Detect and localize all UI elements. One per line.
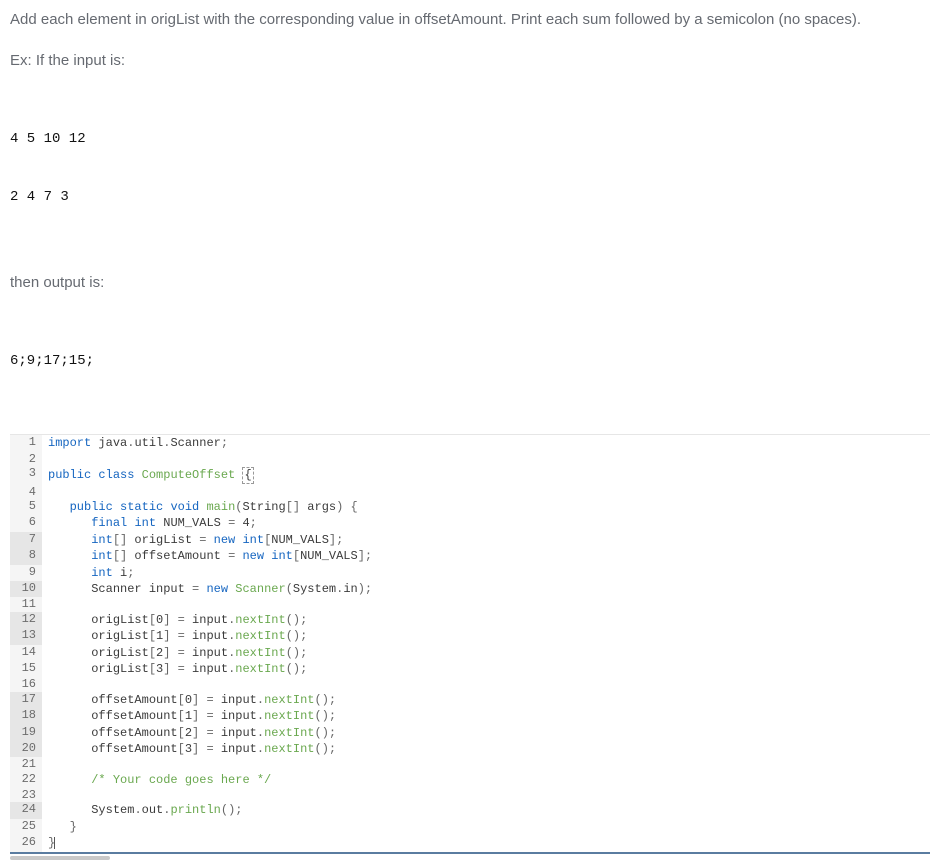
code-line[interactable]: 8 int[] offsetAmount = new int[NUM_VALS]… xyxy=(10,548,373,564)
code-line[interactable]: 15 origList[3] = input.nextInt(); xyxy=(10,661,373,677)
code-source[interactable]: Scanner input = new Scanner(System.in); xyxy=(42,581,373,597)
code-line[interactable]: 20 offsetAmount[3] = input.nextInt(); xyxy=(10,741,373,757)
line-number: 6 xyxy=(10,515,42,531)
code-source[interactable] xyxy=(42,597,373,611)
line-number: 25 xyxy=(10,819,42,835)
code-line[interactable]: 5 public static void main(String[] args)… xyxy=(10,499,373,515)
text-cursor xyxy=(54,837,55,849)
horizontal-scrollbar[interactable] xyxy=(10,856,430,862)
line-number: 10 xyxy=(10,581,42,597)
code-line[interactable]: 11 xyxy=(10,597,373,611)
code-line[interactable]: 23 xyxy=(10,788,373,802)
code-source[interactable]: } xyxy=(42,835,373,851)
code-line[interactable]: 1import java.util.Scanner; xyxy=(10,435,373,451)
code-line[interactable]: 3public class ComputeOffset { xyxy=(10,466,373,484)
code-line[interactable]: 17 offsetAmount[0] = input.nextInt(); xyxy=(10,692,373,708)
line-number: 8 xyxy=(10,548,42,564)
line-number: 21 xyxy=(10,757,42,771)
example-output: 6;9;17;15; xyxy=(10,313,921,411)
example-label: Ex: If the input is: xyxy=(10,49,921,72)
code-source[interactable] xyxy=(42,452,373,466)
code-line[interactable]: 6 final int NUM_VALS = 4; xyxy=(10,515,373,531)
code-source[interactable]: int[] origList = new int[NUM_VALS]; xyxy=(42,532,373,548)
line-number: 13 xyxy=(10,628,42,644)
code-line[interactable]: 16 xyxy=(10,677,373,691)
line-number: 22 xyxy=(10,772,42,788)
code-line[interactable]: 4 xyxy=(10,485,373,499)
code-source[interactable]: } xyxy=(42,819,373,835)
code-source[interactable]: import java.util.Scanner; xyxy=(42,435,373,451)
code-source[interactable]: origList[2] = input.nextInt(); xyxy=(42,645,373,661)
code-line[interactable]: 21 xyxy=(10,757,373,771)
code-editor[interactable]: 1import java.util.Scanner;23public class… xyxy=(10,434,930,853)
code-source[interactable]: System.out.println(); xyxy=(42,802,373,818)
code-source[interactable] xyxy=(42,788,373,802)
line-number: 14 xyxy=(10,645,42,661)
code-source[interactable]: /* Your code goes here */ xyxy=(42,772,373,788)
code-source[interactable]: int i; xyxy=(42,565,373,581)
line-number: 15 xyxy=(10,661,42,677)
scrollbar-thumb[interactable] xyxy=(10,856,110,860)
code-line[interactable]: 24 System.out.println(); xyxy=(10,802,373,818)
line-number: 16 xyxy=(10,677,42,691)
line-number: 3 xyxy=(10,466,42,484)
line-number: 1 xyxy=(10,435,42,451)
instruction-text: Add each element in origList with the co… xyxy=(10,8,921,31)
code-line[interactable]: 10 Scanner input = new Scanner(System.in… xyxy=(10,581,373,597)
line-number: 4 xyxy=(10,485,42,499)
code-source[interactable] xyxy=(42,485,373,499)
line-number: 19 xyxy=(10,725,42,741)
code-source[interactable]: public static void main(String[] args) { xyxy=(42,499,373,515)
matching-brace-highlight: { xyxy=(242,467,253,483)
code-source[interactable]: offsetAmount[1] = input.nextInt(); xyxy=(42,708,373,724)
code-line[interactable]: 2 xyxy=(10,452,373,466)
input-line: 4 5 10 12 xyxy=(10,130,921,150)
code-source[interactable]: public class ComputeOffset { xyxy=(42,466,373,484)
line-number: 23 xyxy=(10,788,42,802)
input-line: 2 4 7 3 xyxy=(10,188,921,208)
line-number: 20 xyxy=(10,741,42,757)
line-number: 5 xyxy=(10,499,42,515)
example-input: 4 5 10 12 2 4 7 3 xyxy=(10,91,921,248)
code-source[interactable]: origList[0] = input.nextInt(); xyxy=(42,612,373,628)
code-line[interactable]: 7 int[] origList = new int[NUM_VALS]; xyxy=(10,532,373,548)
code-source[interactable]: origList[1] = input.nextInt(); xyxy=(42,628,373,644)
code-source[interactable]: int[] offsetAmount = new int[NUM_VALS]; xyxy=(42,548,373,564)
code-source[interactable]: offsetAmount[0] = input.nextInt(); xyxy=(42,692,373,708)
line-number: 9 xyxy=(10,565,42,581)
output-line: 6;9;17;15; xyxy=(10,352,921,372)
code-line[interactable]: 13 origList[1] = input.nextInt(); xyxy=(10,628,373,644)
code-line[interactable]: 22 /* Your code goes here */ xyxy=(10,772,373,788)
line-number: 7 xyxy=(10,532,42,548)
line-number: 17 xyxy=(10,692,42,708)
line-number: 24 xyxy=(10,802,42,818)
code-line[interactable]: 19 offsetAmount[2] = input.nextInt(); xyxy=(10,725,373,741)
code-source[interactable]: final int NUM_VALS = 4; xyxy=(42,515,373,531)
code-source[interactable]: origList[3] = input.nextInt(); xyxy=(42,661,373,677)
line-number: 18 xyxy=(10,708,42,724)
code-source[interactable] xyxy=(42,677,373,691)
code-source[interactable]: offsetAmount[3] = input.nextInt(); xyxy=(42,741,373,757)
code-line[interactable]: 26} xyxy=(10,835,373,851)
code-line[interactable]: 12 origList[0] = input.nextInt(); xyxy=(10,612,373,628)
code-source[interactable] xyxy=(42,757,373,771)
then-label: then output is: xyxy=(10,271,921,294)
line-number: 11 xyxy=(10,597,42,611)
line-number: 12 xyxy=(10,612,42,628)
line-number: 26 xyxy=(10,835,42,851)
code-line[interactable]: 14 origList[2] = input.nextInt(); xyxy=(10,645,373,661)
line-number: 2 xyxy=(10,452,42,466)
code-line[interactable]: 9 int i; xyxy=(10,565,373,581)
code-line[interactable]: 25 } xyxy=(10,819,373,835)
code-source[interactable]: offsetAmount[2] = input.nextInt(); xyxy=(42,725,373,741)
code-line[interactable]: 18 offsetAmount[1] = input.nextInt(); xyxy=(10,708,373,724)
